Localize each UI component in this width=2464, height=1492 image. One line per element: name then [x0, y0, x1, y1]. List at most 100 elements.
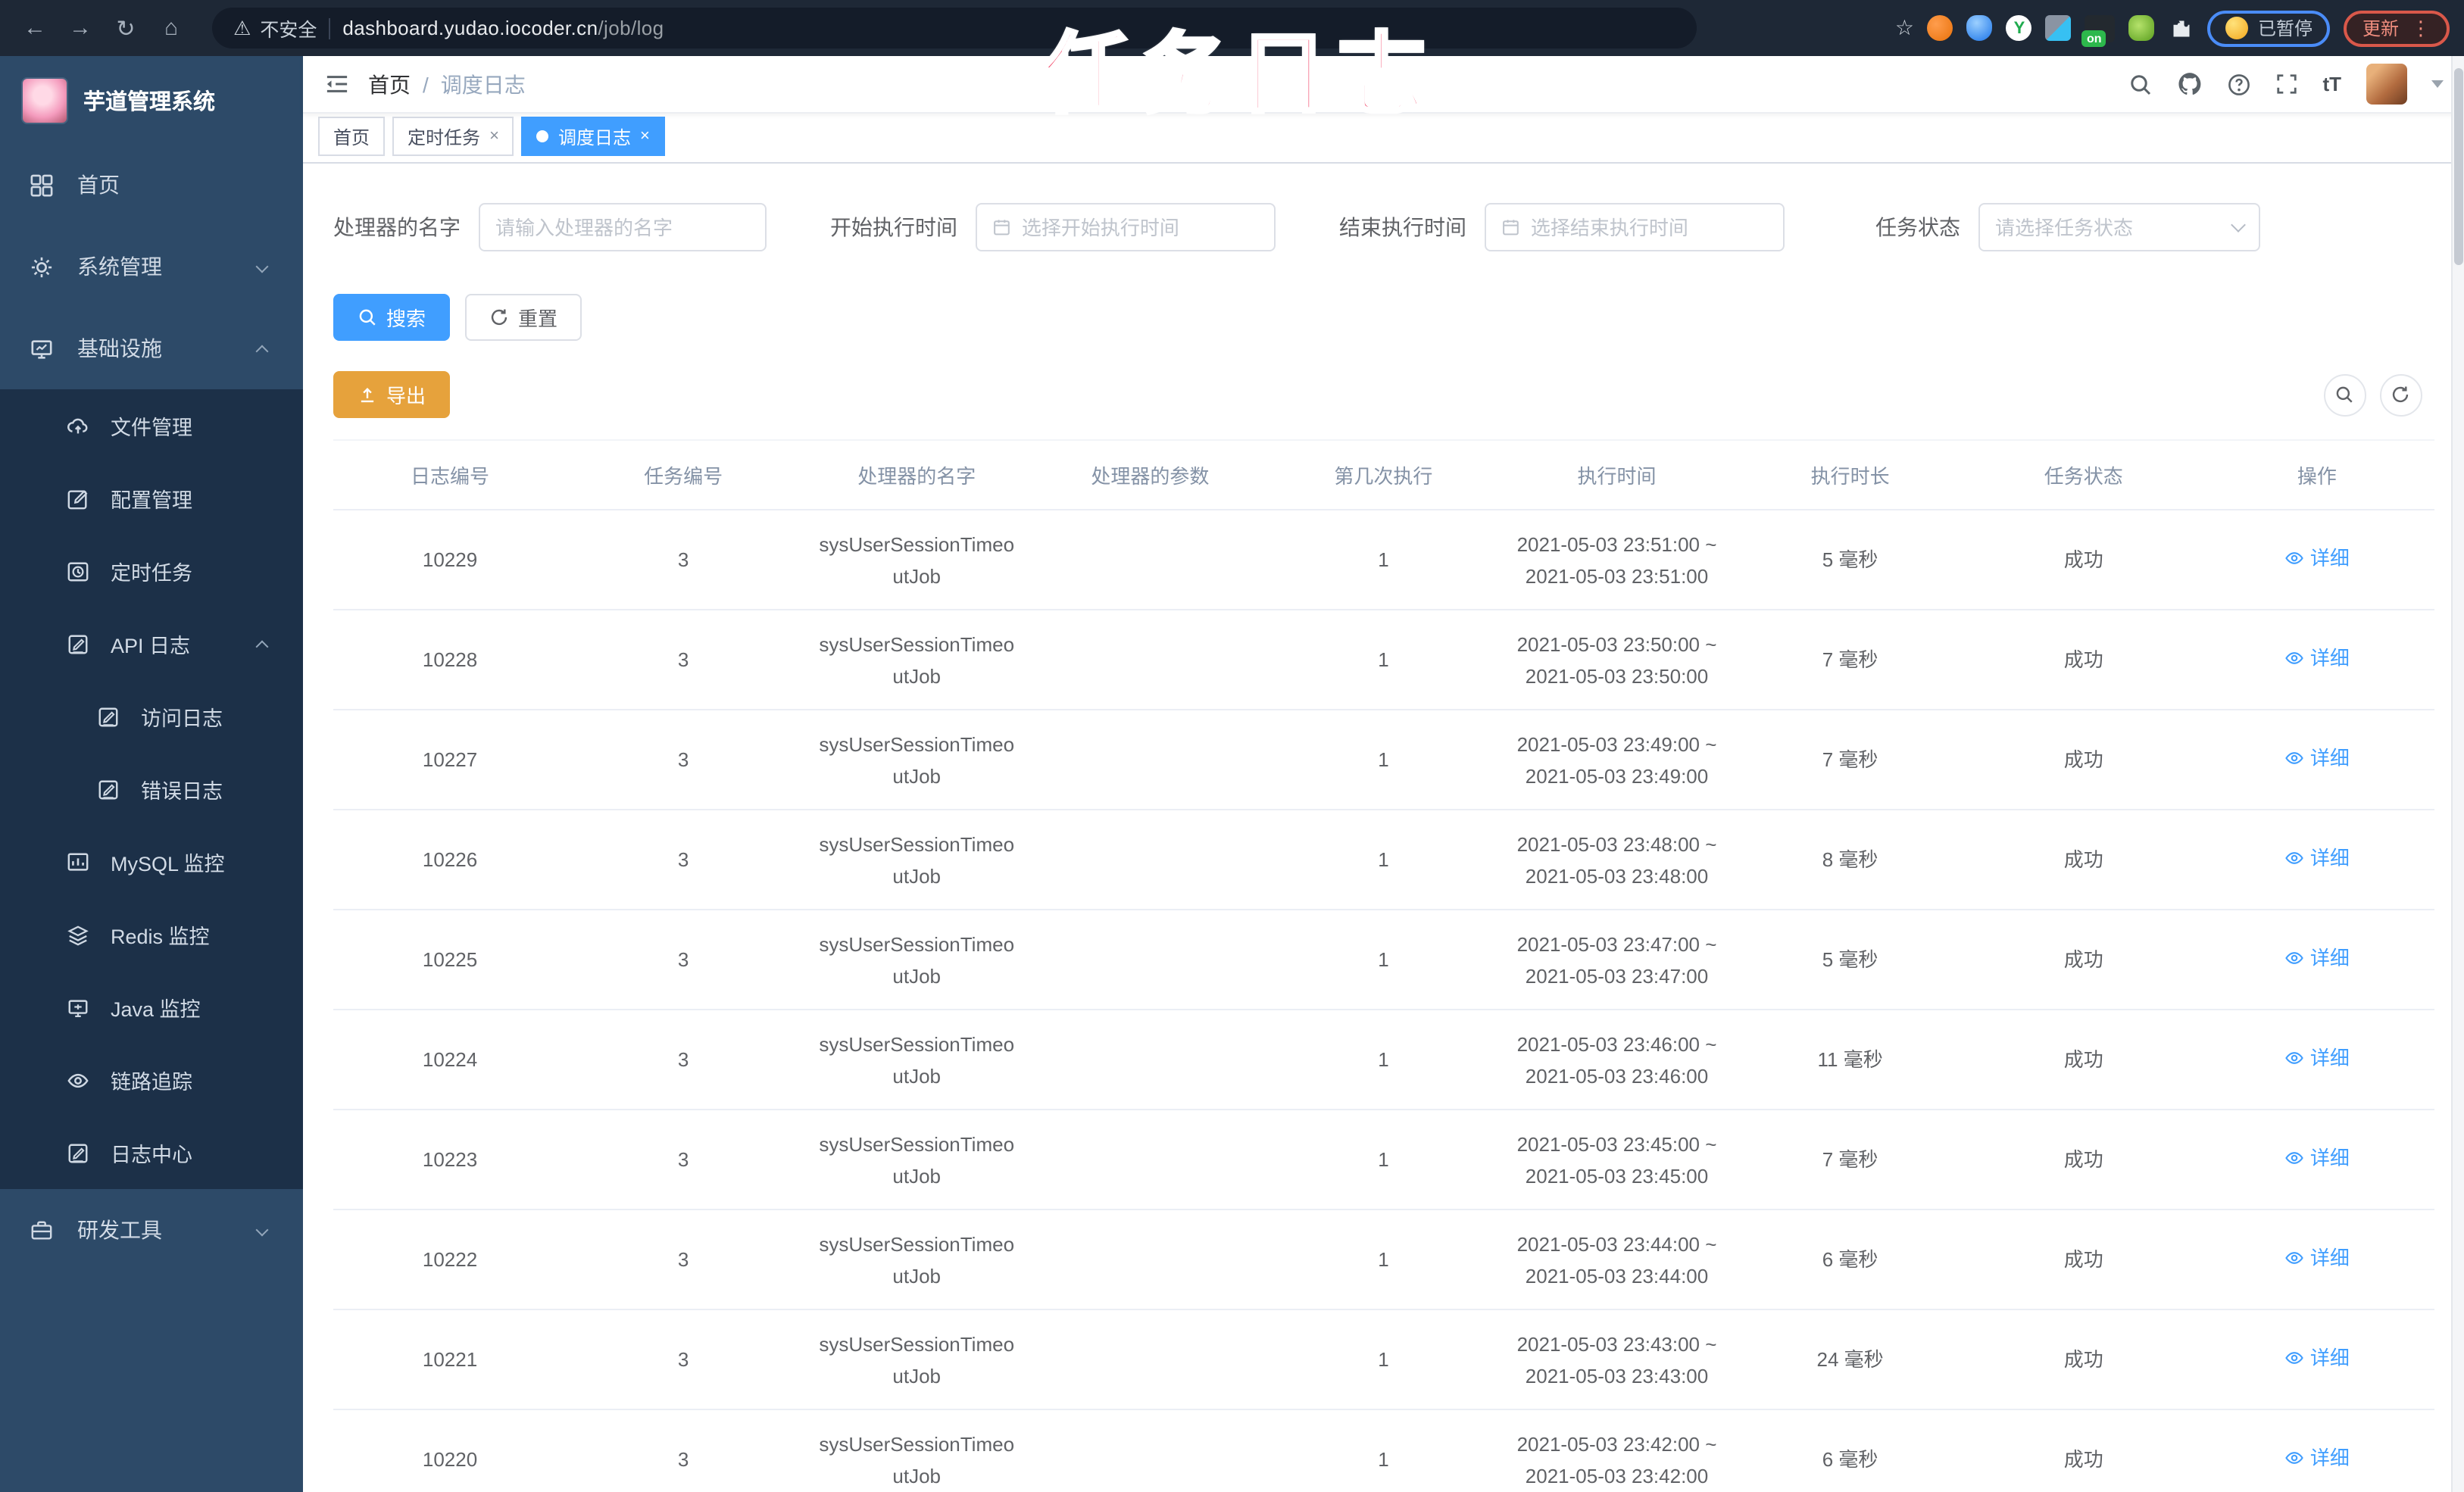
handler-name-input[interactable] [479, 203, 767, 251]
refresh-icon [2391, 385, 2410, 404]
sidebar-item-access-log[interactable]: 访问日志 [0, 680, 303, 753]
update-label: 更新 [2362, 18, 2399, 39]
sidebar-fold-icon[interactable] [324, 73, 350, 95]
extension-icon-green[interactable] [2128, 15, 2155, 41]
sidebar-item-api-log[interactable]: API 日志 [0, 607, 303, 680]
export-button[interactable]: 导出 [333, 371, 451, 418]
toggle-search-button[interactable] [2323, 373, 2366, 416]
github-icon[interactable] [2177, 71, 2203, 97]
bookmark-star-icon[interactable]: ☆ [1895, 15, 1914, 41]
status-select[interactable] [1978, 203, 2260, 251]
not-secure-label[interactable]: ⚠ 不安全 [233, 14, 317, 42]
cell-count: 1 [1266, 510, 1501, 610]
scrollbar-thumb[interactable] [2453, 68, 2462, 265]
detail-link[interactable]: 详细 [2284, 1442, 2350, 1474]
page-scrollbar[interactable] [2450, 56, 2464, 1492]
tab-job[interactable]: 定时任务 × [392, 117, 514, 156]
sidebar-item-mysql[interactable]: MySQL 监控 [0, 826, 303, 898]
table-header-cell: 处理器的参数 [1033, 439, 1267, 510]
close-icon[interactable]: × [489, 127, 499, 145]
divider [329, 17, 331, 39]
font-size-icon[interactable]: tT [2322, 73, 2341, 95]
breadcrumb: 首页 / 调度日志 [368, 69, 526, 99]
sidebar-item-java[interactable]: Java 监控 [0, 971, 303, 1044]
screen: ← → ↻ ⌂ ⚠ 不安全 dashboard.yudao.iocoder.cn… [0, 0, 2464, 1492]
eye-icon [2284, 948, 2304, 968]
reset-button[interactable]: 重置 [465, 294, 582, 341]
extension-icon-y[interactable]: Y [2006, 15, 2032, 41]
help-icon[interactable] [2227, 72, 2251, 96]
detail-link[interactable]: 详细 [2284, 1042, 2350, 1074]
cell-duration: 7 毫秒 [1733, 610, 1967, 710]
detail-link[interactable]: 详细 [2284, 642, 2350, 674]
sidebar-item-home[interactable]: 首页 [0, 144, 303, 226]
search-button[interactable]: 搜索 [333, 294, 451, 341]
cell-duration: 6 毫秒 [1733, 1409, 1967, 1492]
fullscreen-icon[interactable] [2275, 73, 2298, 95]
cell-handler: sysUserSessionTimeoutJob [800, 1010, 1034, 1110]
close-icon[interactable]: × [640, 127, 650, 145]
reload-icon[interactable]: ↻ [106, 8, 145, 48]
avatar-caret-icon[interactable] [2431, 80, 2443, 88]
sidebar-item-error-log[interactable]: 错误日志 [0, 753, 303, 826]
app-logo-row[interactable]: 芋道管理系统 [0, 56, 303, 144]
sidebar-item-config[interactable]: 配置管理 [0, 462, 303, 535]
cell-handler: sysUserSessionTimeoutJob [800, 1409, 1034, 1492]
end-time-field[interactable] [1530, 216, 1768, 239]
profile-paused-chip[interactable]: 已暂停 [2207, 10, 2331, 46]
sidebar-item-system[interactable]: 系统管理 [0, 226, 303, 307]
extension-icon-on[interactable]: on [2081, 14, 2116, 46]
cell-count: 1 [1266, 810, 1501, 910]
status-label: 任务状态 [1875, 215, 1960, 239]
extension-icon-blue[interactable] [1966, 15, 1993, 41]
cell-duration: 7 毫秒 [1733, 710, 1967, 810]
detail-link[interactable]: 详细 [2284, 742, 2350, 774]
sidebar-item-trace[interactable]: 链路追踪 [0, 1044, 303, 1116]
detail-link[interactable]: 详细 [2284, 1342, 2350, 1374]
table-row: 10222 3 sysUserSessionTimeoutJob 1 2021-… [333, 1210, 2434, 1310]
cell-param [1033, 1210, 1267, 1310]
cell-action: 详细 [2200, 510, 2434, 610]
refresh-table-button[interactable] [2379, 373, 2422, 416]
detail-link[interactable]: 详细 [2284, 842, 2350, 874]
status-field[interactable] [1995, 216, 2222, 239]
detail-link[interactable]: 详细 [2284, 542, 2350, 574]
address-bar[interactable]: ⚠ 不安全 dashboard.yudao.iocoder.cn/job/log [212, 8, 1697, 48]
back-icon[interactable]: ← [15, 8, 55, 48]
user-avatar[interactable] [2366, 64, 2406, 105]
tab-home[interactable]: 首页 [318, 117, 386, 156]
start-time-field[interactable] [1021, 216, 1259, 239]
sidebar-item-infra[interactable]: 基础设施 [0, 307, 303, 389]
chevron-up-icon [255, 345, 269, 358]
detail-link[interactable]: 详细 [2284, 942, 2350, 974]
detail-link[interactable]: 详细 [2284, 1142, 2350, 1174]
log-edit-icon [67, 1141, 89, 1164]
cell-handler: sysUserSessionTimeoutJob [800, 1210, 1034, 1310]
cell-action: 详细 [2200, 1409, 2434, 1492]
cell-status: 成功 [1966, 1409, 2200, 1492]
extension-icon-grid[interactable] [2045, 15, 2072, 41]
start-time-picker[interactable] [976, 203, 1276, 251]
sidebar-item-redis[interactable]: Redis 监控 [0, 898, 303, 971]
sidebar-item-job[interactable]: 定时任务 [0, 535, 303, 607]
cell-param [1033, 910, 1267, 1010]
cell-task-id: 3 [567, 1309, 801, 1410]
home-icon[interactable]: ⌂ [151, 8, 191, 48]
search-icon[interactable] [2128, 72, 2153, 96]
sidebar-item-devtools[interactable]: 研发工具 [0, 1189, 303, 1271]
eye-icon [2284, 848, 2304, 868]
sidebar-item-file[interactable]: 文件管理 [0, 389, 303, 462]
browser-menu-icon[interactable]: ⋮ [2411, 16, 2431, 40]
forward-icon[interactable]: → [61, 8, 100, 48]
tab-job-log[interactable]: 调度日志 × [521, 117, 665, 156]
detail-link[interactable]: 详细 [2284, 1242, 2350, 1274]
extensions-puzzle-icon[interactable] [2169, 15, 2194, 41]
sidebar-item-log-center[interactable]: 日志中心 [0, 1116, 303, 1189]
end-time-picker[interactable] [1485, 203, 1785, 251]
cell-task-id: 3 [567, 610, 801, 710]
chrome-update-chip[interactable]: 更新 ⋮ [2344, 10, 2449, 46]
handler-name-field[interactable] [495, 216, 750, 239]
breadcrumb-home[interactable]: 首页 [368, 69, 411, 99]
extension-icon-orange[interactable] [1927, 15, 1953, 41]
sidebar: 芋道管理系统 首页 系统管理 基础设施 文件管理 配置管理 定时任务 API 日… [0, 56, 303, 1492]
